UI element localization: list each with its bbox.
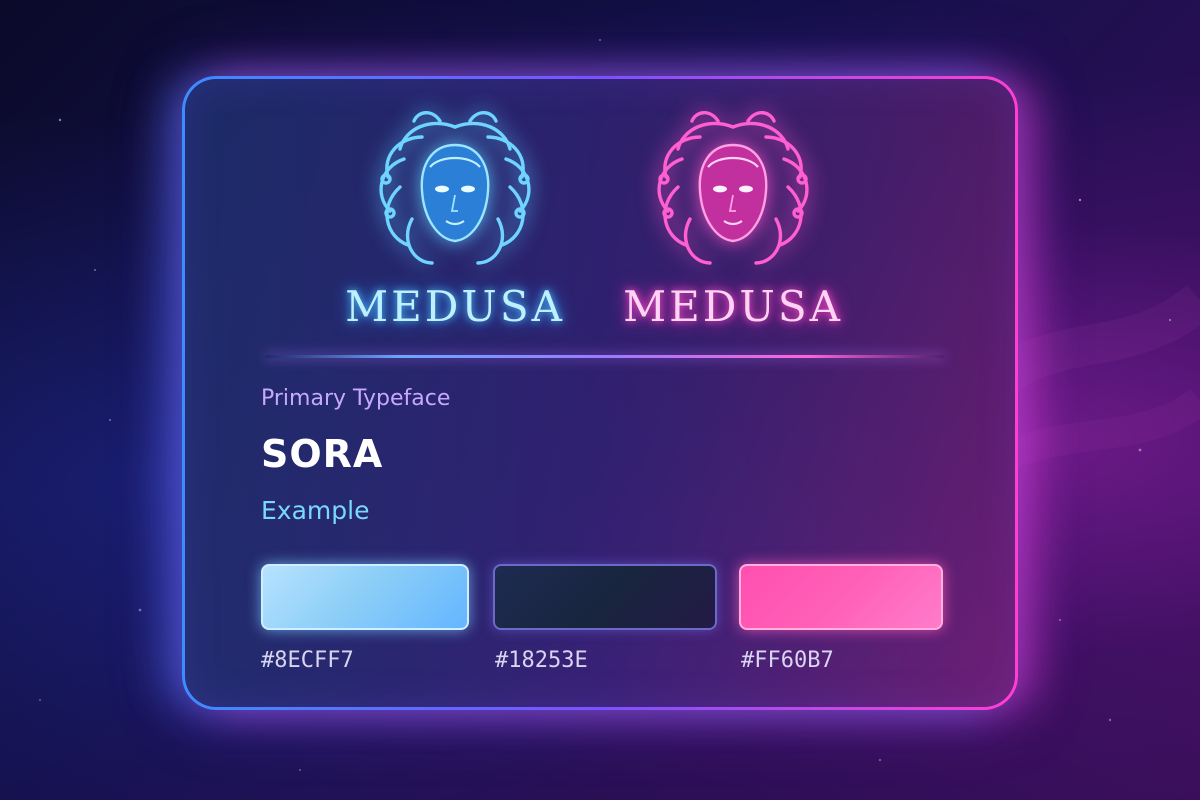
swatch-hex-label: #18253E [495,648,588,673]
typeface-name: SORA [261,432,384,476]
brand-card: MEDUSA MEDUSA Primary Typeface SORA Exam… [182,76,1018,710]
medusa-head-icon [379,111,531,265]
typeface-label: Primary Typeface [261,386,451,411]
color-swatch-navy [493,564,717,630]
swatch-hex-label: #FF60B7 [741,648,834,673]
color-swatch-pink [739,564,943,630]
logo-wordmark: MEDUSA [623,282,843,331]
logo-blue: MEDUSA [325,107,585,331]
swatch-hex-label: #8ECFF7 [261,648,354,673]
medusa-head-icon [657,111,809,265]
color-swatch-light-blue [261,564,469,630]
typeface-example: Example [261,496,370,525]
logo-wordmark: MEDUSA [345,282,565,331]
logo-pink: MEDUSA [603,107,863,331]
glow-divider [265,355,945,358]
